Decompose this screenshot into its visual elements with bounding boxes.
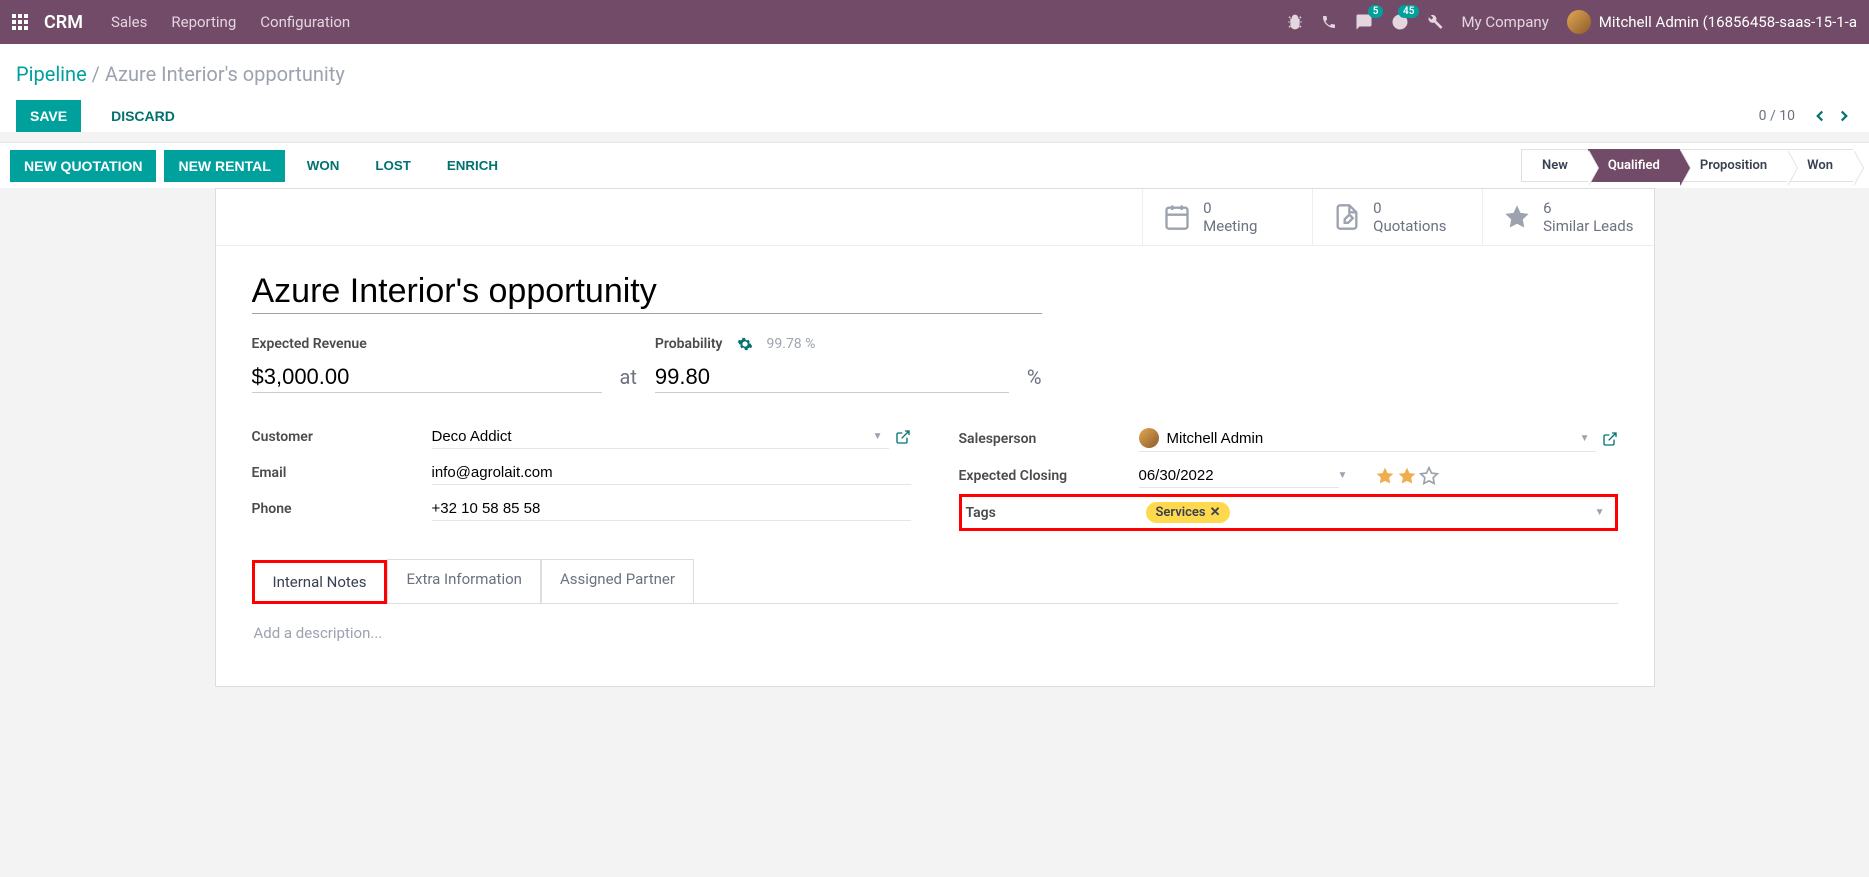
tabs: Internal Notes Extra Information Assigne… [252,559,1618,604]
nav-reporting[interactable]: Reporting [171,13,236,31]
salesperson-input[interactable] [1167,430,1580,447]
messages-icon[interactable]: 5 [1355,13,1373,31]
activities-count: 45 [1398,5,1419,18]
breadcrumb: Pipeline / Azure Interior's opportunity [16,62,1853,86]
stat-meeting[interactable]: 0 Meeting [1142,189,1312,245]
customer-label: Customer [252,429,432,445]
breadcrumb-root[interactable]: Pipeline [16,62,87,86]
priority-stars [1375,466,1439,486]
percent-label: % [1027,365,1042,393]
star-3-icon[interactable] [1419,466,1439,486]
enrich-button[interactable]: Enrich [433,150,512,181]
salesperson-label: Salesperson [959,431,1139,447]
tab-assigned-partner[interactable]: Assigned Partner [541,559,694,603]
calendar-icon [1163,203,1191,231]
tag-remove-icon[interactable]: ✕ [1210,505,1221,520]
external-link-icon[interactable] [1602,431,1618,447]
document-edit-icon [1333,203,1361,231]
new-quotation-button[interactable]: New Quotation [10,150,156,182]
salesperson-dropdown-icon[interactable]: ▼ [1580,433,1590,444]
stage-bar: New Qualified Proposition Won [1521,149,1853,182]
probability-label: Probability [655,336,723,352]
tools-icon[interactable] [1427,14,1443,30]
external-link-icon[interactable] [895,429,911,445]
closing-dropdown-icon[interactable]: ▼ [1338,470,1348,481]
at-label: at [620,365,637,393]
stage-new[interactable]: New [1521,149,1588,182]
new-rental-button[interactable]: New Rental [164,150,284,182]
phone-label: Phone [252,501,432,517]
nav-configuration[interactable]: Configuration [260,13,350,31]
star-1-icon[interactable] [1375,466,1395,486]
phone-input[interactable] [432,500,911,517]
stage-proposition[interactable]: Proposition [1680,149,1787,182]
form-sheet: 0 Meeting 0 Quotations 6 Similar Leads [215,188,1655,687]
tab-extra-information[interactable]: Extra Information [387,559,540,603]
app-brand[interactable]: CRM [44,12,83,33]
opportunity-title-input[interactable] [252,270,1042,314]
tags-row: Tags Services ✕ ▼ [959,494,1618,531]
discard-button[interactable]: Discard [97,100,189,132]
stat-similar-leads[interactable]: 6 Similar Leads [1482,189,1653,245]
won-button[interactable]: Won [293,150,354,181]
pager-prev-icon[interactable] [1811,107,1829,125]
expected-revenue-label: Expected Revenue [252,336,602,352]
debug-icon[interactable] [1287,14,1303,30]
salesperson-avatar [1139,428,1159,448]
description-placeholder: Add a description... [254,624,383,642]
probability-auto: 99.78 % [767,336,816,352]
control-panel: Pipeline / Azure Interior's opportunity … [0,44,1869,132]
star-2-icon[interactable] [1397,466,1417,486]
save-button[interactable]: Save [16,100,81,132]
messages-count: 5 [1368,5,1384,18]
apps-icon[interactable] [12,14,28,30]
status-bar: New Quotation New Rental Won Lost Enrich… [0,142,1869,188]
activities-icon[interactable]: 45 [1391,13,1409,31]
probability-input[interactable] [655,362,1009,393]
email-input[interactable] [432,464,911,481]
stat-quotations[interactable]: 0 Quotations [1312,189,1482,245]
user-avatar [1567,10,1591,34]
stage-qualified[interactable]: Qualified [1588,149,1680,182]
tab-internal-notes[interactable]: Internal Notes [252,560,388,604]
user-menu[interactable]: Mitchell Admin (16856458-saas-15-1-a [1567,10,1857,34]
top-nav: CRM Sales Reporting Configuration 5 45 M… [0,0,1869,44]
tags-dropdown-icon[interactable]: ▼ [1595,507,1605,518]
customer-input[interactable] [432,428,873,445]
gear-icon[interactable] [737,336,753,352]
nav-sales[interactable]: Sales [111,13,147,31]
star-icon [1503,203,1531,231]
expected-closing-label: Expected Closing [959,468,1139,484]
pager-next-icon[interactable] [1835,107,1853,125]
pager-text: 0 / 10 [1759,108,1795,124]
tags-label: Tags [966,505,1146,521]
description-area[interactable]: Add a description... [252,604,1618,662]
company-switcher[interactable]: My Company [1461,13,1548,31]
expected-revenue-input[interactable] [252,362,602,393]
customer-dropdown-icon[interactable]: ▼ [873,431,883,442]
breadcrumb-current: Azure Interior's opportunity [105,62,345,86]
content-area: 0 Meeting 0 Quotations 6 Similar Leads [0,188,1869,707]
phone-icon[interactable] [1321,14,1337,30]
email-label: Email [252,465,432,481]
tag-services: Services ✕ [1146,502,1231,523]
stat-buttons: 0 Meeting 0 Quotations 6 Similar Leads [216,189,1654,246]
expected-closing-input[interactable] [1139,467,1338,484]
lost-button[interactable]: Lost [361,150,425,181]
